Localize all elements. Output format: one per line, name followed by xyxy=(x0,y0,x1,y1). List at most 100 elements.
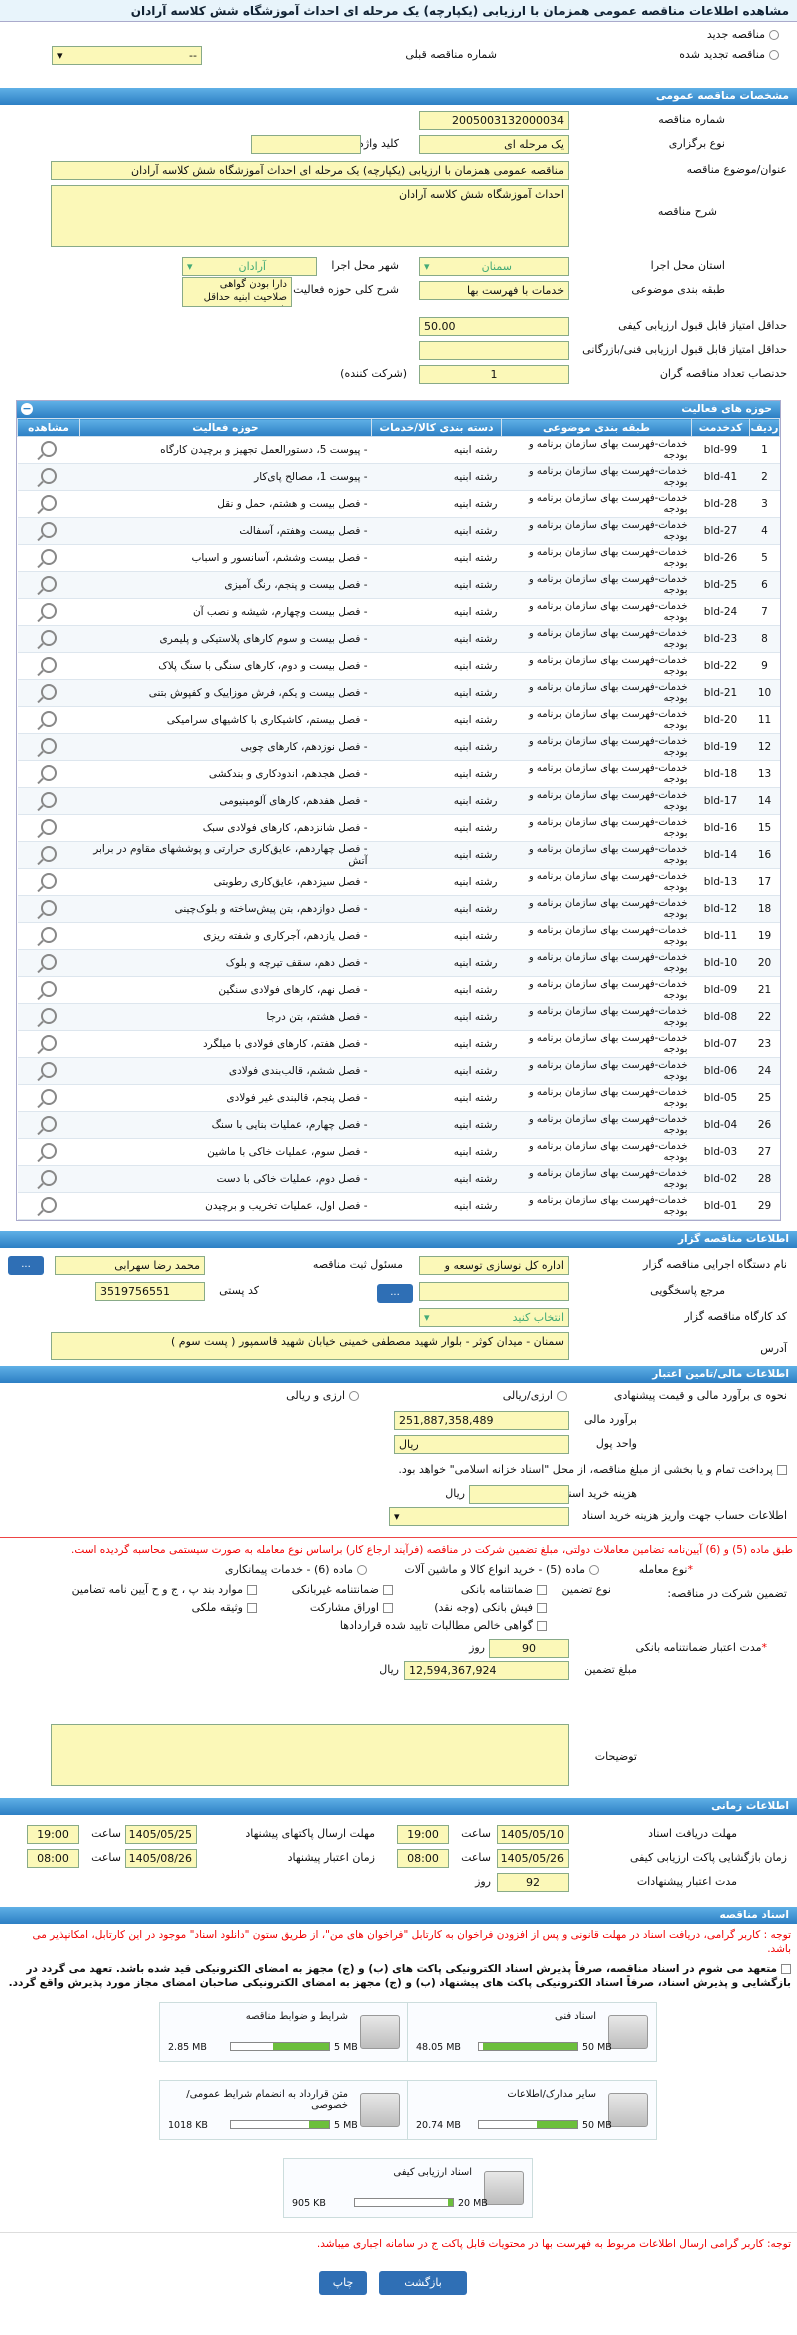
file-card[interactable]: سایر مدارک/اطلاعات 50 MB 20.74 MB xyxy=(407,2080,657,2140)
view-cell[interactable] xyxy=(17,679,80,707)
magnifier-icon[interactable] xyxy=(40,521,57,538)
file-card[interactable]: شرایط و ضوابط مناقصه 5 MB 2.85 MB xyxy=(159,2002,409,2062)
checkbox-icon[interactable] xyxy=(537,1603,547,1613)
view-cell[interactable] xyxy=(17,1084,80,1112)
view-cell[interactable] xyxy=(17,841,80,869)
magnifier-icon[interactable] xyxy=(40,602,57,619)
radio-icon[interactable] xyxy=(557,1391,567,1401)
magnifier-icon[interactable] xyxy=(40,467,57,484)
magnifier-icon[interactable] xyxy=(40,1034,57,1051)
g-claims[interactable]: گواهی خالص مطالبات تایید شده قراردادها xyxy=(340,1619,547,1632)
view-cell[interactable] xyxy=(17,787,80,815)
g-bank[interactable]: ضمانتنامه بانکی xyxy=(461,1583,547,1596)
magnifier-icon[interactable] xyxy=(40,494,57,511)
view-cell[interactable] xyxy=(17,1111,80,1139)
magnifier-icon[interactable] xyxy=(40,899,57,916)
view-cell[interactable] xyxy=(17,436,80,464)
magnifier-icon[interactable] xyxy=(40,683,57,700)
magnifier-icon[interactable] xyxy=(40,548,57,565)
view-cell[interactable] xyxy=(17,571,80,599)
view-cell[interactable] xyxy=(17,949,80,977)
checkbox-icon[interactable] xyxy=(383,1603,393,1613)
new-tender-option[interactable]: مناقصه جدید xyxy=(707,28,779,41)
view-cell[interactable] xyxy=(17,652,80,680)
view-cell[interactable] xyxy=(17,895,80,923)
view-cell[interactable] xyxy=(17,517,80,545)
view-cell[interactable] xyxy=(17,976,80,1004)
magnifier-icon[interactable] xyxy=(40,656,57,673)
reference-more-button[interactable]: ... xyxy=(377,1284,413,1303)
g-clauses[interactable]: موارد بند پ ، ج و ح آیین نامه تضامین xyxy=(72,1583,257,1596)
magnifier-icon[interactable] xyxy=(40,872,57,889)
account-select[interactable]: ▾ xyxy=(389,1507,569,1526)
checkbox-icon[interactable] xyxy=(537,1621,547,1631)
prev-tender-select[interactable]: -- ▾ xyxy=(52,46,202,65)
checkbox-icon[interactable] xyxy=(777,1465,787,1475)
view-cell[interactable] xyxy=(17,706,80,734)
magnifier-icon[interactable] xyxy=(40,764,57,781)
checkbox-icon[interactable] xyxy=(383,1585,393,1595)
g-cash[interactable]: فیش بانکی (وجه نقد) xyxy=(434,1601,547,1614)
magnifier-icon[interactable] xyxy=(40,629,57,646)
view-cell[interactable] xyxy=(17,814,80,842)
method-option-1[interactable]: ارزی/ریالی xyxy=(503,1389,567,1402)
radio-icon[interactable] xyxy=(769,50,779,60)
view-cell[interactable] xyxy=(17,598,80,626)
method-option-2[interactable]: ارزی و ریالی xyxy=(286,1389,359,1402)
g-nonbank[interactable]: ضمانتنامه غیربانکی xyxy=(292,1583,393,1596)
view-cell[interactable] xyxy=(17,1138,80,1166)
province-select[interactable]: سمنان ▾ xyxy=(419,257,569,276)
checkbox-icon[interactable] xyxy=(781,1964,791,1974)
magnifier-icon[interactable] xyxy=(40,953,57,970)
treasury-check[interactable]: پرداخت تمام و یا بخشی از مبلغ مناقصه، از… xyxy=(398,1463,787,1476)
magnifier-icon[interactable] xyxy=(40,980,57,997)
view-cell[interactable] xyxy=(17,1003,80,1031)
magnifier-icon[interactable] xyxy=(40,1007,57,1024)
magnifier-icon[interactable] xyxy=(40,818,57,835)
magnifier-icon[interactable] xyxy=(40,1196,57,1213)
view-cell[interactable] xyxy=(17,1165,80,1193)
deal-option-5[interactable]: ماده (5) - خرید انواع کالا و ماشین آلات xyxy=(404,1563,599,1576)
magnifier-icon[interactable] xyxy=(40,710,57,727)
magnifier-icon[interactable] xyxy=(40,791,57,808)
magnifier-icon[interactable] xyxy=(40,440,57,457)
workshop-select[interactable]: انتخاب کنید ▾ xyxy=(419,1308,569,1327)
view-cell[interactable] xyxy=(17,760,80,788)
view-cell[interactable] xyxy=(17,544,80,572)
file-card[interactable]: اسناد ارزیابی کیفی 20 MB 905 KB xyxy=(283,2158,533,2218)
magnifier-icon[interactable] xyxy=(40,1061,57,1078)
checkbox-icon[interactable] xyxy=(247,1603,257,1613)
view-cell[interactable] xyxy=(17,1057,80,1085)
radio-icon[interactable] xyxy=(589,1565,599,1575)
city-select[interactable]: آرادان ▾ xyxy=(182,257,317,276)
print-button[interactable]: چاپ xyxy=(319,2271,367,2295)
radio-icon[interactable] xyxy=(357,1565,367,1575)
back-button[interactable]: بازگشت xyxy=(379,2271,467,2295)
magnifier-icon[interactable] xyxy=(40,1115,57,1132)
magnifier-icon[interactable] xyxy=(40,1142,57,1159)
magnifier-icon[interactable] xyxy=(40,1088,57,1105)
checkbox-icon[interactable] xyxy=(537,1585,547,1595)
magnifier-icon[interactable] xyxy=(40,737,57,754)
view-cell[interactable] xyxy=(17,625,80,653)
magnifier-icon[interactable] xyxy=(40,1169,57,1186)
view-cell[interactable] xyxy=(17,733,80,761)
radio-icon[interactable] xyxy=(349,1391,359,1401)
magnifier-icon[interactable] xyxy=(40,926,57,943)
view-cell[interactable] xyxy=(17,1030,80,1058)
view-cell[interactable] xyxy=(17,463,80,491)
view-cell[interactable] xyxy=(17,490,80,518)
file-card[interactable]: متن قرارداد به انضمام شرایط عمومی/خصوصی 5… xyxy=(159,2080,409,2140)
file-card[interactable]: اسناد فنی 50 MB 48.05 MB xyxy=(407,2002,657,2062)
magnifier-icon[interactable] xyxy=(40,845,57,862)
g-bonds[interactable]: اوراق مشارکت xyxy=(310,1601,393,1614)
collapse-icon[interactable]: − xyxy=(21,403,33,415)
g-property[interactable]: وثیقه ملکی xyxy=(192,1601,257,1614)
checkbox-icon[interactable] xyxy=(247,1585,257,1595)
responsible-more-button[interactable]: ... xyxy=(8,1256,44,1275)
deal-option-6[interactable]: ماده (6) - خدمات پیمانکاری xyxy=(225,1563,367,1576)
docs-commitment[interactable]: متعهد می شوم در اسناد مناقصه، صرفاً پذیر… xyxy=(0,1960,797,1992)
magnifier-icon[interactable] xyxy=(40,575,57,592)
view-cell[interactable] xyxy=(17,1192,80,1220)
view-cell[interactable] xyxy=(17,922,80,950)
